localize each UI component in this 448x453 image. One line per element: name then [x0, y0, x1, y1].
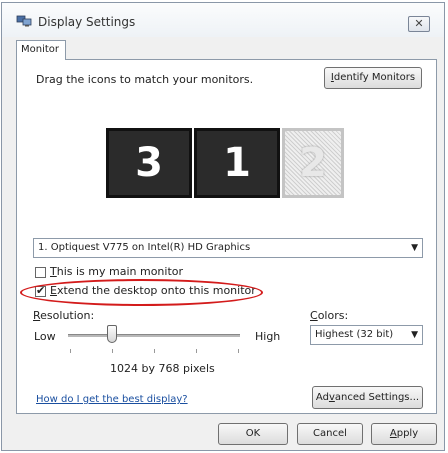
advanced-settings-button[interactable]: Advanced Settings... — [312, 386, 423, 409]
monitor-1[interactable]: 1 — [194, 128, 280, 198]
main-monitor-checkbox[interactable] — [35, 267, 46, 278]
title-bar: Display Settings ✕ — [2, 3, 444, 37]
resolution-low-label: Low — [34, 330, 56, 343]
slider-tick — [70, 349, 71, 353]
instructions-text: Drag the icons to match your monitors. — [36, 73, 254, 86]
monitor-panel — [16, 59, 437, 414]
close-icon: ✕ — [414, 17, 424, 30]
display-settings-icon — [16, 15, 32, 27]
chevron-down-icon: ▼ — [411, 330, 418, 340]
apply-button[interactable]: Apply — [371, 423, 437, 445]
slider-tick — [154, 349, 155, 353]
chevron-down-icon: ▼ — [411, 243, 418, 253]
close-button[interactable]: ✕ — [408, 16, 430, 32]
help-link[interactable]: How do I get the best display? — [36, 394, 188, 405]
resolution-slider-track[interactable] — [68, 334, 240, 337]
checkmark-icon: ✔ — [36, 284, 46, 297]
slider-tick — [238, 349, 239, 353]
ok-button[interactable]: OK — [218, 423, 288, 445]
slider-tick — [196, 349, 197, 353]
monitor-select[interactable]: 1. Optiquest V775 on Intel(R) HD Graphic… — [33, 238, 423, 258]
extend-desktop-label: Extend the desktop onto this monitor — [50, 284, 256, 297]
identify-monitors-button[interactable]: Identify Monitors — [324, 67, 422, 89]
colors-select[interactable]: Highest (32 bit) ▼ — [310, 325, 423, 345]
resolution-value: 1024 by 768 pixels — [110, 362, 215, 375]
main-monitor-label: This is my main monitor — [50, 265, 184, 278]
window-title: Display Settings — [38, 15, 136, 29]
resolution-label: Resolution: — [33, 309, 95, 322]
monitor-2[interactable]: 2 — [282, 128, 344, 198]
extend-desktop-checkbox[interactable]: ✔ — [35, 284, 46, 297]
monitor-3[interactable]: 3 — [106, 128, 192, 198]
tab-monitor[interactable]: Monitor — [16, 40, 66, 60]
colors-label: Colors: — [310, 309, 349, 322]
slider-tick — [112, 349, 113, 353]
display-settings-window: Display Settings ✕ Monitor Drag the icon… — [1, 2, 445, 451]
cancel-button[interactable]: Cancel — [297, 423, 363, 445]
resolution-high-label: High — [255, 330, 281, 343]
resolution-slider-thumb[interactable] — [107, 325, 117, 343]
